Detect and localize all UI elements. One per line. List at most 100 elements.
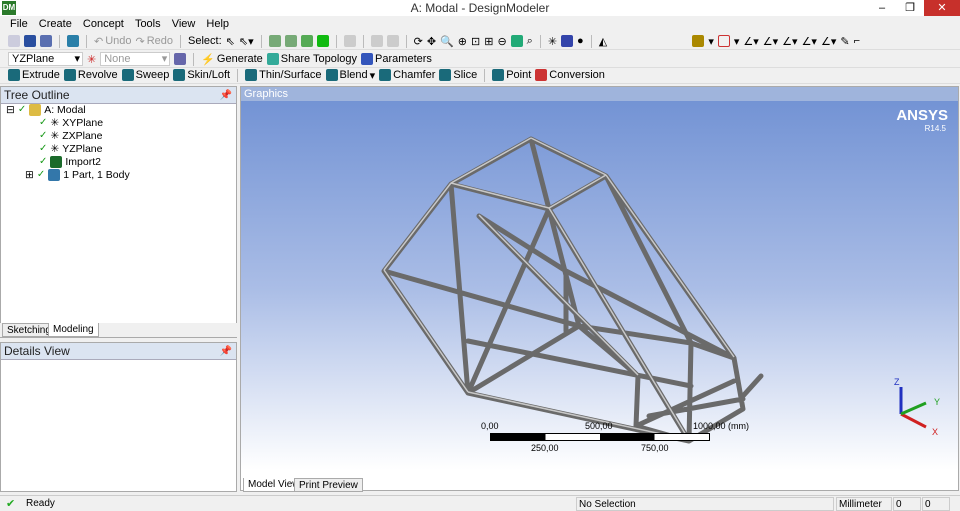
tree-item-parts[interactable]: ⊞ ✓ 1 Part, 1 Body — [25, 168, 130, 181]
collapse-icon[interactable]: ⊟ — [6, 104, 15, 116]
pan-icon[interactable]: ✥ — [427, 35, 436, 48]
status-value-1: 0 — [893, 497, 921, 511]
zoom-box-icon[interactable]: ⊡ — [471, 35, 480, 48]
conversion-button[interactable]: Conversion — [535, 69, 605, 81]
select-body-icon[interactable] — [316, 35, 329, 47]
pointer-tool-icon[interactable]: ⌐ — [854, 35, 860, 47]
menu-file[interactable]: File — [10, 18, 28, 30]
undo-button[interactable]: ↶ Undo — [94, 35, 132, 48]
tab-print-preview[interactable]: Print Preview — [294, 478, 363, 492]
minimize-button[interactable]: – — [868, 0, 896, 16]
box-select-icon[interactable] — [370, 35, 383, 47]
menu-concept[interactable]: Concept — [83, 18, 124, 30]
slice-button[interactable]: Slice — [439, 69, 477, 81]
magnifier-icon[interactable]: ⌕ — [527, 35, 533, 48]
generate-button[interactable]: ⚡ Generate — [201, 53, 263, 66]
menu-view[interactable]: View — [172, 18, 196, 30]
parameters-button[interactable]: Parameters — [361, 53, 432, 65]
zoom-fit-icon[interactable]: ⊞ — [484, 35, 493, 48]
select-face-icon[interactable] — [300, 35, 313, 47]
check-icon: ✓ — [36, 169, 46, 180]
display-model-icon[interactable] — [561, 35, 574, 47]
sketch-select[interactable]: None ▾ — [100, 52, 171, 66]
point-button[interactable]: Point — [492, 69, 531, 81]
triad-icon[interactable]: ✳ — [548, 35, 557, 48]
plane-select[interactable]: YZPlane ▾ — [8, 52, 83, 66]
box-icon[interactable] — [717, 35, 730, 47]
tree-item-xyplane[interactable]: ✓ ✳ XYPlane — [39, 116, 103, 129]
blend-button[interactable]: Blend ▾ — [325, 69, 375, 82]
expand-icon[interactable]: ⊞ — [25, 169, 34, 181]
redo-button[interactable]: ↷ Redo — [136, 35, 174, 48]
menu-create[interactable]: Create — [39, 18, 72, 30]
box-select-alt-icon[interactable] — [386, 35, 399, 47]
display-point-icon[interactable]: ● — [577, 35, 584, 47]
status-selection: No Selection — [576, 497, 834, 511]
graphics-viewport[interactable]: Graphics ANSYS R14.5 0,00 500,00 1000,00… — [240, 86, 959, 491]
skin-loft-button[interactable]: Skin/Loft — [173, 69, 230, 81]
select-edge-icon[interactable] — [284, 35, 297, 47]
sweep-button[interactable]: Sweep — [121, 69, 170, 81]
dimension-3-icon[interactable]: ∠▾ — [782, 35, 797, 48]
select-vertex-icon[interactable] — [268, 35, 281, 47]
parameters-icon — [361, 53, 374, 65]
new-icon[interactable] — [8, 35, 20, 47]
restore-button[interactable]: ❐ — [896, 0, 924, 16]
check-icon: ✓ — [39, 143, 48, 154]
tree-item-zxplane[interactable]: ✓ ✳ ZXPlane — [39, 129, 102, 142]
tree-item-import2[interactable]: ✓ Import2 — [39, 155, 101, 168]
conversion-icon — [535, 69, 548, 81]
screenshot-icon[interactable] — [67, 35, 79, 47]
zoom-out-icon[interactable]: ⊖ — [497, 35, 506, 48]
dimension-2-icon[interactable]: ∠▾ — [763, 35, 778, 48]
pin-tool-icon[interactable]: ✎ — [840, 35, 849, 48]
slice-icon — [439, 69, 452, 81]
save-as-icon[interactable] — [40, 35, 52, 47]
thin-surface-button[interactable]: Thin/Surface — [245, 69, 322, 81]
extrude-button[interactable]: Extrude — [8, 69, 60, 81]
share-topology-button[interactable]: Share Topology — [266, 53, 358, 65]
details-view-header: Details View 📌 — [1, 343, 236, 360]
share-topology-label: Share Topology — [280, 53, 358, 65]
dimension-4-icon[interactable]: ∠▾ — [802, 35, 817, 48]
dimension-icon[interactable]: ∠▾ — [743, 35, 758, 48]
thin-surface-label: Thin/Surface — [259, 69, 322, 81]
zoom-icon[interactable]: 🔍 — [440, 35, 454, 48]
status-units[interactable]: Millimeter — [836, 497, 892, 511]
sweep-label: Sweep — [135, 69, 170, 81]
chamfer-icon — [379, 69, 392, 81]
save-icon[interactable] — [24, 35, 36, 47]
toolbar-features: Extrude Revolve Sweep Skin/Loft Thin/Sur… — [0, 67, 960, 84]
revolve-label: Revolve — [77, 69, 118, 81]
import-icon — [50, 155, 63, 168]
tree-item-yzplane[interactable]: ✓ ✳ YZPlane — [39, 142, 102, 155]
select-label: Select: — [188, 35, 222, 47]
scale-label-0: 0,00 — [481, 421, 499, 431]
view-fit-icon[interactable] — [510, 35, 523, 47]
zoom-in-icon[interactable]: ⊕ — [458, 35, 467, 48]
extend-select-icon[interactable] — [343, 35, 356, 47]
new-plane-icon[interactable]: ✳ — [87, 53, 96, 66]
scale-label-250: 250,00 — [531, 443, 559, 453]
new-sketch-icon[interactable] — [174, 53, 187, 65]
look-at-icon[interactable]: ◭ — [599, 35, 607, 48]
pin-icon[interactable]: 📌 — [220, 87, 232, 104]
check-icon: ✓ — [39, 130, 48, 141]
display-edges-icon[interactable] — [692, 35, 705, 47]
extrude-icon — [8, 69, 20, 81]
dimension-5-icon[interactable]: ∠▾ — [821, 35, 836, 48]
rotate-icon[interactable]: ⟳ — [414, 35, 423, 48]
tree-item-label: YZPlane — [62, 142, 103, 155]
tab-modeling[interactable]: Modeling — [48, 323, 99, 337]
chamfer-button[interactable]: Chamfer — [379, 69, 435, 81]
select-pointer-icon[interactable]: ⇖ — [226, 35, 235, 48]
status-bar: ✔ Ready No Selection Millimeter 0 0 — [0, 495, 960, 511]
scale-label-750: 750,00 — [641, 443, 669, 453]
revolve-button[interactable]: Revolve — [63, 69, 118, 81]
close-button[interactable]: ✕ — [924, 0, 960, 16]
select-mode-icon[interactable]: ⇖▾ — [239, 35, 254, 48]
pin-icon[interactable]: 📌 — [220, 343, 232, 360]
menu-tools[interactable]: Tools — [135, 18, 161, 30]
tree-item-model[interactable]: ⊟ ✓ A: Modal — [6, 103, 86, 116]
menu-help[interactable]: Help — [206, 18, 229, 30]
